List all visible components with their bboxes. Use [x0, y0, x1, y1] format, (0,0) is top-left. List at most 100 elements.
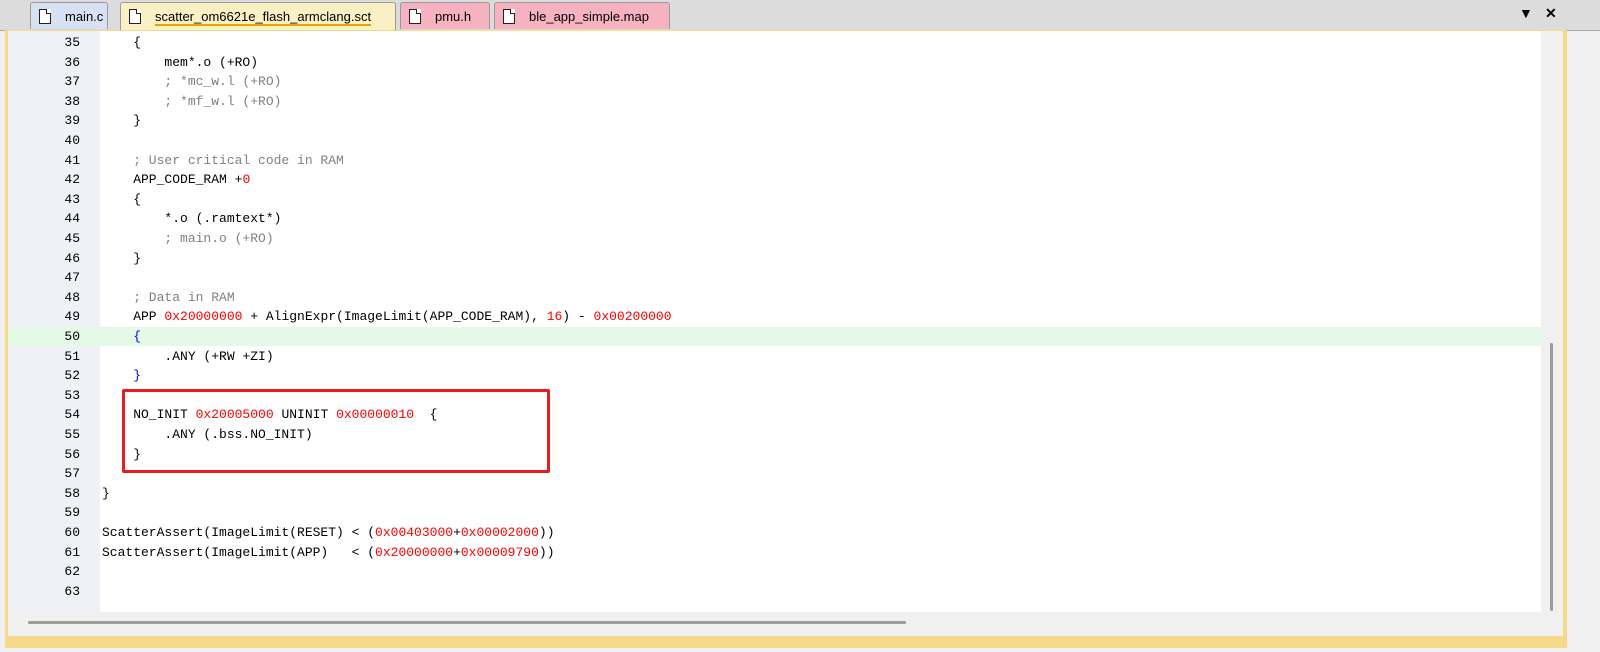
line-number: 39 [64, 113, 80, 129]
code-token: ; *mf_w.l (+RO) [102, 93, 282, 109]
line-number: 63 [64, 583, 80, 599]
code-text: APP 0x20000000 + AlignExpr(ImageLimit(AP… [102, 307, 672, 326]
code-line[interactable]: 61 ScatterAssert(ImageLimit(APP) < (0x200… [8, 543, 1548, 562]
code-token: ; main.o (+RO) [102, 231, 274, 246]
code-text: ScatterAssert(ImageLimit(APP) < (0x20000… [102, 543, 555, 562]
code-token: + [453, 544, 461, 560]
tab-bar: main.c scatter_om6621e_flash_armclang.sc… [0, 0, 1600, 31]
tab-main-c[interactable]: main.c [30, 2, 108, 29]
line-number: 60 [64, 525, 80, 540]
vertical-scroll-thumb[interactable] [1550, 343, 1553, 611]
code-token: 0x00009790 [460, 544, 539, 560]
file-icon [129, 9, 141, 24]
code-token: APP [102, 309, 165, 325]
code-token: 0x20000000 [375, 544, 454, 560]
line-number: 47 [64, 270, 80, 286]
tab-label: main.c [65, 8, 104, 24]
code-token: )) [538, 525, 555, 540]
code-token: ; Data in RAM [102, 289, 235, 305]
code-text: { [102, 190, 141, 209]
code-line[interactable]: 46 } [8, 249, 1548, 268]
line-number: 42 [64, 172, 80, 188]
code-line[interactable]: 62 [8, 562, 1548, 581]
code-line[interactable]: 63 [8, 582, 1548, 601]
code-line[interactable]: 39 } [8, 111, 1548, 130]
tab-ble-app-map[interactable]: ble_app_simple.map [494, 2, 670, 29]
code-line[interactable]: 51 .ANY (+RW +ZI) [8, 347, 1548, 366]
code-token: ; *mc_w.l (+RO) [102, 74, 282, 90]
code-token: } [102, 113, 142, 129]
line-number: 57 [64, 466, 80, 482]
code-line[interactable]: 60 ScatterAssert(ImageLimit(RESET) < (0x0… [8, 523, 1548, 542]
line-number: 56 [64, 446, 80, 462]
line-number: 43 [64, 191, 80, 207]
line-number: 36 [64, 54, 80, 70]
code-token: mem*.o (+RO) [102, 54, 259, 70]
code-text: .ANY (+RW +ZI) [102, 347, 274, 366]
code-line[interactable]: 44 *.o (.ramtext*) [8, 209, 1548, 228]
code-line[interactable]: 58} [8, 484, 1548, 503]
code-line[interactable]: 52 } [8, 366, 1548, 385]
code-token: ScatterAssert(ImageLimit(RESET) < ( [102, 525, 376, 540]
code-token: } [102, 368, 142, 384]
code-text: APP_CODE_RAM +0 [102, 170, 250, 189]
code-line[interactable]: 36 mem*.o (+RO) [8, 53, 1548, 72]
code-line[interactable]: 41 ; User critical code in RAM [8, 151, 1548, 170]
code-editor[interactable]: 35 {36 mem*.o (+RO) 37 ; *mc_w.l (+RO) 38 … [8, 31, 1563, 612]
code-text: ; *mf_w.l (+RO) [102, 92, 281, 111]
code-line[interactable]: 43 { [8, 190, 1548, 209]
code-text: } [102, 249, 141, 268]
close-icon[interactable]: ✕ [1545, 5, 1557, 22]
code-token: 16 [546, 309, 563, 325]
code-text: *.o (.ramtext*) [102, 209, 281, 228]
code-line[interactable]: 37 ; *mc_w.l (+RO) [8, 72, 1548, 91]
code-line[interactable]: 40 [8, 131, 1548, 150]
horizontal-scroll-thumb[interactable] [28, 621, 906, 624]
code-line[interactable]: 42 APP_CODE_RAM +0 [8, 170, 1548, 189]
code-line[interactable]: 35 { [8, 33, 1548, 52]
code-line[interactable]: 47 [8, 268, 1548, 287]
code-token: + [453, 525, 461, 540]
code-text: { [102, 33, 141, 52]
code-line[interactable]: 49 APP 0x20000000 + AlignExpr(ImageLimit… [8, 307, 1548, 326]
line-number: 52 [64, 368, 80, 384]
code-token: 0 [242, 172, 251, 188]
code-line[interactable]: 48 ; Data in RAM [8, 288, 1548, 307]
tab-label: pmu.h [435, 8, 472, 24]
code-token: 0x00002000 [460, 525, 539, 540]
tab-pmu-h[interactable]: pmu.h [400, 2, 490, 29]
tab-scatter-sct[interactable]: scatter_om6621e_flash_armclang.sct [120, 2, 396, 30]
code-token: { [102, 329, 142, 344]
code-token: .ANY (+RW +ZI) [102, 348, 274, 364]
dropdown-icon[interactable]: ▼ [1519, 5, 1533, 21]
code-text: ; User critical code in RAM [102, 151, 344, 170]
code-token: ScatterAssert(ImageLimit(APP) < ( [102, 544, 376, 560]
code-text: ; main.o (+RO) [102, 229, 274, 248]
code-text: } [102, 366, 141, 385]
code-token: 0x00200000 [593, 309, 672, 325]
line-number: 40 [64, 133, 80, 148]
horizontal-scrollbar[interactable] [8, 612, 1563, 636]
vertical-scrollbar[interactable] [1541, 31, 1563, 612]
code-line[interactable]: 45 ; main.o (+RO) [8, 229, 1548, 248]
annotation-box [122, 389, 550, 473]
code-token: } [102, 250, 142, 266]
code-token: } [102, 485, 110, 501]
code-token: )) [538, 544, 555, 560]
file-icon [39, 8, 51, 24]
line-number: 44 [64, 211, 80, 227]
code-token: 0x00403000 [375, 525, 454, 540]
code-line[interactable]: 50 { [8, 327, 1548, 346]
line-number: 62 [64, 564, 80, 580]
tab-label: ble_app_simple.map [529, 8, 649, 24]
code-line[interactable]: 59 [8, 503, 1548, 522]
line-number: 38 [64, 93, 80, 109]
code-line[interactable]: 38 ; *mf_w.l (+RO) [8, 92, 1548, 111]
code-token: 0x20000000 [164, 309, 243, 325]
line-number: 53 [64, 387, 80, 403]
line-number: 51 [64, 348, 80, 364]
code-token: *.o (.ramtext*) [102, 211, 282, 227]
line-number: 55 [64, 427, 80, 442]
code-text: } [102, 484, 110, 503]
code-text: ScatterAssert(ImageLimit(RESET) < (0x004… [102, 523, 555, 542]
